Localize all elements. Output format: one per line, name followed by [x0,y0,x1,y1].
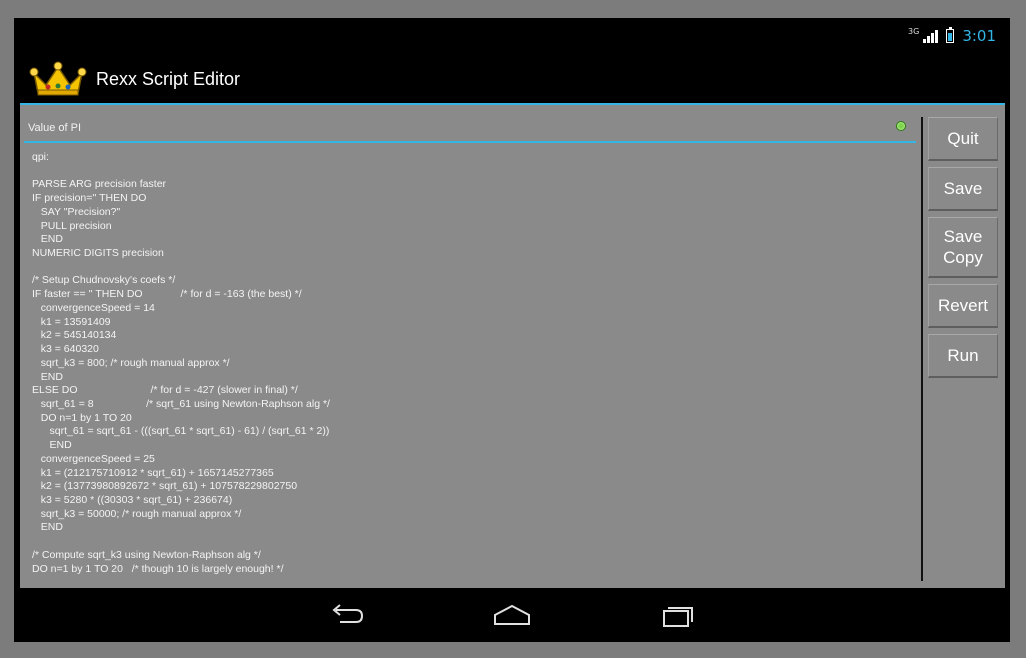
app-title: Rexx Script Editor [96,68,241,89]
script-code-editor[interactable]: qpi: PARSE ARG precision faster IF preci… [32,151,912,587]
recents-icon[interactable] [658,602,698,628]
save-button[interactable]: Save [928,167,998,211]
script-title-field [24,115,916,143]
status-icons: 3G 3:01 [908,26,996,46]
save-copy-button[interactable]: Save Copy [928,217,998,278]
device-screen: 3G 3:01 Rexx Script Editor qpi: PARSE AR… [14,18,1010,642]
network-type: 3G [908,27,920,36]
home-icon[interactable] [492,602,532,628]
crown-icon [29,61,87,96]
quit-button[interactable]: Quit [928,117,998,161]
navigation-bar [14,588,1010,642]
editor-panel: qpi: PARSE ARG precision faster IF preci… [20,103,1005,590]
status-indicator-icon [896,121,906,131]
scrollbar-thumb[interactable] [921,117,923,581]
script-title-input[interactable] [24,119,888,137]
back-icon[interactable] [326,602,366,628]
action-buttons: Quit Save Save Copy Revert Run [928,117,1000,378]
action-bar: Rexx Script Editor [14,54,1010,104]
run-button[interactable]: Run [928,334,998,378]
clock: 3:01 [962,27,996,45]
signal-icon [923,29,939,43]
status-bar: 3G 3:01 [14,18,1010,54]
scrollbar[interactable] [920,117,924,587]
revert-button[interactable]: Revert [928,284,998,328]
battery-icon [946,27,955,43]
